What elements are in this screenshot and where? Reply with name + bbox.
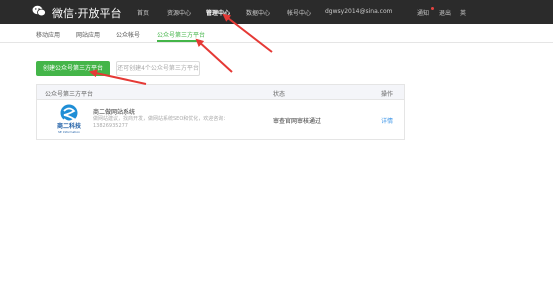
tab-mobile-apps[interactable]: 移动应用: [36, 30, 60, 39]
notice-badge: [431, 7, 434, 10]
logout-link[interactable]: 退出: [439, 8, 451, 17]
annotation-arrows: [89, 13, 273, 85]
active-tab-indicator: [157, 40, 201, 42]
platform-name[interactable]: 商二做网站系统: [93, 107, 135, 116]
nav-item-home[interactable]: 首页: [137, 8, 149, 17]
create-platform-button[interactable]: 创建公众号第三方平台: [36, 61, 110, 76]
tab-web-apps[interactable]: 网站应用: [76, 30, 100, 39]
user-email[interactable]: dgwsy2014@sina.com: [325, 8, 392, 15]
tab-official-accounts[interactable]: 公众帐号: [116, 30, 140, 39]
logo-text: 商二科技: [57, 122, 82, 130]
status-text: 审查官网审核通过: [273, 118, 322, 125]
platform-table: 公众号第三方平台 状态 操作 商二科技 SE Information 商二做网站…: [36, 84, 405, 140]
sub-navigation: 移动应用 网站应用 公众帐号 公众号第三方平台: [0, 24, 553, 43]
table-header: 公众号第三方平台 状态 操作: [37, 85, 404, 100]
logo-subtext: SE Information: [58, 130, 80, 134]
column-header-status: 状态: [273, 91, 286, 98]
platform-description: 做网站建议，找商开发，做网站系统SEO和优化，欢迎咨询：13826935277: [93, 116, 229, 129]
notice-link[interactable]: 通知: [417, 8, 429, 17]
tab-third-party-platform[interactable]: 公众号第三方平台: [157, 30, 205, 39]
nav-item-management[interactable]: 管理中心: [206, 8, 230, 17]
nav-item-data[interactable]: 数据中心: [246, 8, 270, 17]
remaining-quota-hint: 还可创建4个公众号第三方平台: [116, 61, 200, 76]
arrow-to-third-party-tab: [195, 38, 233, 73]
nav-item-account[interactable]: 帐号中心: [287, 8, 311, 17]
language-toggle[interactable]: 英: [460, 8, 466, 17]
wechat-icon[interactable]: [32, 4, 46, 18]
brand-title[interactable]: 微信·开放平台: [52, 5, 122, 21]
top-navigation-bar: 微信·开放平台 首页 资源中心 管理中心 数据中心 帐号中心 dgwsy2014…: [0, 0, 553, 24]
company-logo-icon: 商二科技 SE Information: [57, 104, 82, 134]
column-header-platform: 公众号第三方平台: [45, 91, 94, 98]
column-header-action: 操作: [381, 91, 394, 98]
details-link[interactable]: 详情: [381, 116, 393, 125]
nav-item-resources[interactable]: 资源中心: [167, 8, 191, 17]
